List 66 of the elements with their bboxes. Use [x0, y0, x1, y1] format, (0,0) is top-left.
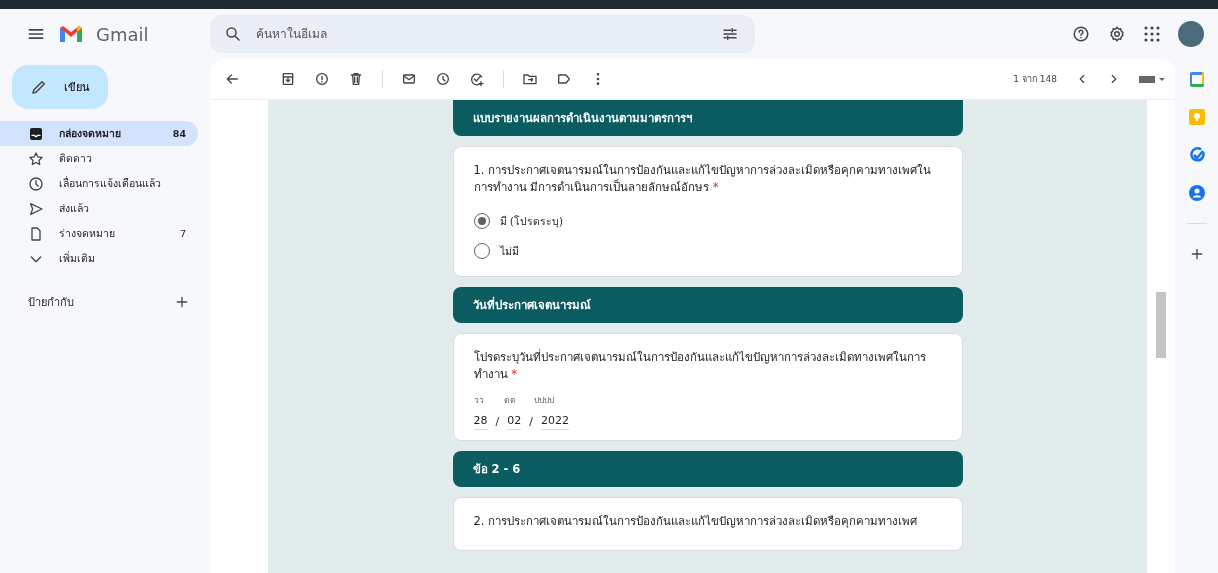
tasks-check-icon[interactable]	[1188, 147, 1205, 163]
scrollbar-thumb[interactable]	[1156, 292, 1166, 358]
document-icon[interactable]	[28, 225, 44, 242]
filter-options-icon[interactable]	[721, 25, 739, 43]
question-text: โปรดระบุวันที่ประกาศเจตนารมณ์ในการป้องกันและแก้ไขปัญหาการล่วงละเมิดทางเพศในการทำงาน *	[473, 349, 927, 383]
question-text: 1. การประกาศเจตนารมณ์ในการป้องกันและแก้ไขปัญหาการล่วงละเมิดหรือคุกคามทางเพศในการทำงาน มีการดำเนินการเป็นลายลักษณ์อักษร *	[473, 162, 933, 196]
keyboard-icon[interactable]	[1139, 74, 1165, 84]
nav-label: เพิ่มเติม	[59, 250, 96, 266]
nav-item[interactable]: เลื่อนการแจ้งเตือนแล้ว	[0, 171, 198, 196]
nav-item[interactable]: ส่งแล้ว	[0, 196, 198, 221]
star-icon[interactable]	[28, 150, 44, 167]
clock-icon[interactable]	[435, 71, 451, 87]
avatar[interactable]	[1178, 21, 1204, 47]
date-field[interactable]: 28	[473, 412, 488, 430]
unread-count: 7	[179, 228, 186, 239]
send-icon[interactable]	[28, 200, 44, 217]
report-spam-icon[interactable]	[314, 71, 330, 87]
apps-grid-icon[interactable]	[1144, 26, 1160, 42]
section-header: แบบรายงานผลการดำเนินงานตามมาตรการฯ	[452, 100, 963, 136]
back-arrow-icon[interactable]	[224, 71, 240, 87]
search-bar[interactable]: ค้นหาในอีเมล	[210, 15, 755, 53]
nav-item[interactable]: กล่องจดหมาย 84	[0, 121, 198, 146]
nav-label: เลื่อนการแจ้งเตือนแล้ว	[59, 175, 162, 191]
envelope-icon[interactable]	[401, 71, 417, 87]
search-icon[interactable]	[224, 25, 242, 43]
app-name: Gmail	[96, 23, 149, 45]
section-header: วันที่ประกาศเจตนารมณ์	[452, 287, 963, 323]
option-label: มี (โปรดระบุ)	[499, 213, 564, 230]
section-header: ข้อ 2 - 6	[452, 451, 963, 487]
date-separator: /	[495, 414, 500, 428]
nav-item[interactable]: เพิ่มเติม	[0, 246, 198, 271]
date-part-label: ดด	[503, 394, 517, 407]
date-part-label: ปปปป	[533, 394, 555, 407]
contacts-person-icon[interactable]	[1188, 185, 1205, 201]
check-plus-icon[interactable]	[469, 71, 485, 87]
nav-item[interactable]: ติดดาว	[0, 146, 198, 171]
option-label: ไม่มี	[499, 243, 519, 259]
nav-label: ร่างจดหมาย	[59, 226, 116, 241]
pencil-icon[interactable]	[30, 78, 48, 96]
date-part-label: วว	[473, 394, 485, 407]
labels-heading: ป้ายกำกับ	[28, 295, 74, 311]
label-icon[interactable]	[556, 71, 572, 87]
compose-button[interactable]: เขียน	[12, 65, 108, 109]
date-field[interactable]: 2022	[540, 412, 569, 430]
trash-icon[interactable]	[348, 71, 364, 87]
settings-icon[interactable]	[1108, 25, 1126, 43]
inbox-icon[interactable]	[28, 125, 44, 142]
nav-item[interactable]: ร่างจดหมาย 7	[0, 221, 198, 246]
radio-option[interactable]: ไม่มี	[473, 236, 934, 266]
envelope-logo-icon	[58, 24, 84, 44]
help-icon[interactable]	[1072, 25, 1090, 43]
plus-icon[interactable]	[174, 294, 190, 310]
question-text: 2. การประกาศเจตนารมณ์ในการป้องกันและแก้ไขปัญหาการล่วงละเมิดหรือคุกคามทางเพศ	[473, 513, 919, 530]
folder-icon[interactable]	[522, 71, 538, 87]
pagination-text: 1 จาก 148	[1013, 73, 1057, 86]
nav-label: กล่องจดหมาย	[59, 126, 122, 141]
radio-option[interactable]: มี (โปรดระบุ)	[473, 206, 934, 236]
nav-label: ส่งแล้ว	[59, 201, 90, 216]
clock-icon[interactable]	[28, 175, 44, 192]
unread-count: 84	[172, 128, 186, 139]
nav-label: ติดดาว	[59, 151, 93, 166]
calendar-icon[interactable]	[1188, 71, 1205, 87]
search-input[interactable]: ค้นหาในอีเมล	[254, 26, 709, 42]
date-separator: /	[529, 414, 533, 428]
date-field[interactable]: 02	[507, 412, 522, 430]
archive-icon[interactable]	[280, 71, 296, 87]
